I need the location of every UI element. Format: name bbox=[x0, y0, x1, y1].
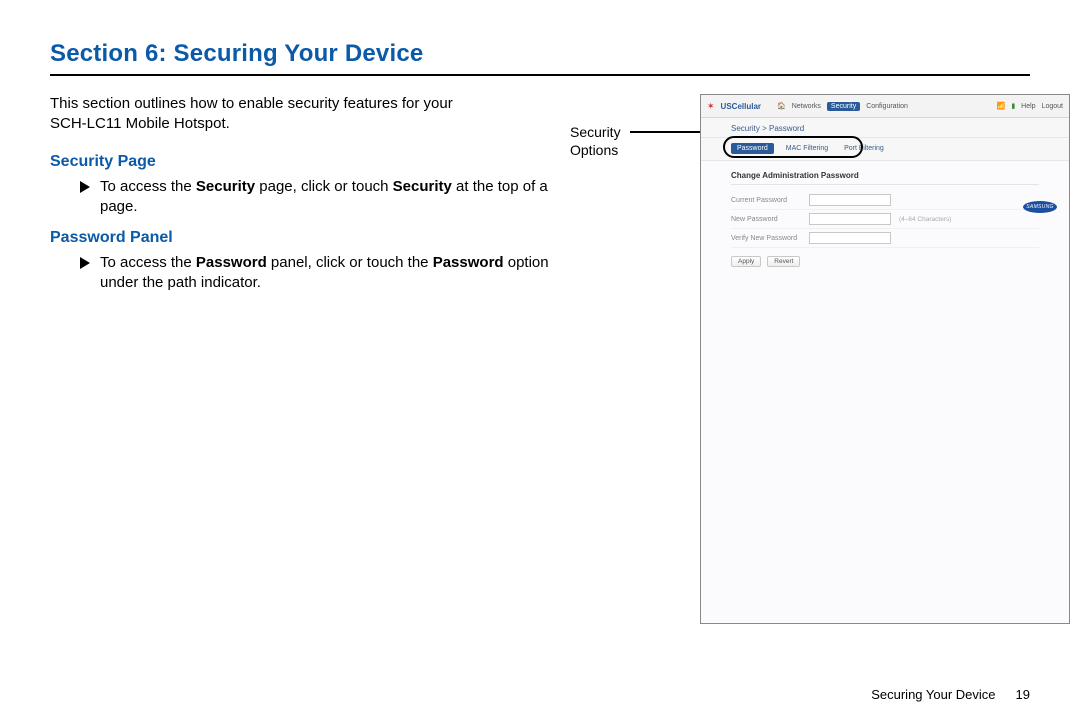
nav-security-active[interactable]: Security bbox=[827, 102, 860, 111]
field-current-password: Current Password bbox=[731, 191, 1039, 210]
bullet-text-security: To access the Security page, click or to… bbox=[100, 177, 570, 218]
text-fragment: To access the bbox=[100, 178, 196, 195]
text-fragment: page, click or touch bbox=[255, 178, 393, 195]
password-panel: Change Administration Password Current P… bbox=[701, 161, 1069, 623]
screenshot-frame: ✶ USCellular 🏠 Networks Security Configu… bbox=[700, 94, 1070, 624]
battery-icon: ▮ bbox=[1011, 102, 1015, 110]
bullet-text-password: To access the Password panel, click or t… bbox=[100, 253, 570, 294]
tab-mac-filtering[interactable]: MAC Filtering bbox=[782, 143, 832, 154]
hint-new-password: (4–64 Characters) bbox=[899, 216, 951, 223]
samsung-logo-text: SAMSUNG bbox=[1026, 204, 1053, 210]
intro-paragraph: This section outlines how to enable secu… bbox=[50, 94, 570, 135]
page-footer: Securing Your Device 19 bbox=[871, 687, 1030, 702]
field-verify-password: Verify New Password bbox=[731, 229, 1039, 248]
input-verify-password[interactable] bbox=[809, 232, 891, 244]
input-current-password[interactable] bbox=[809, 194, 891, 206]
running-head: Securing Your Device bbox=[871, 687, 995, 702]
screenshot-topbar: ✶ USCellular 🏠 Networks Security Configu… bbox=[701, 95, 1069, 118]
section-title: Section 6: Securing Your Device bbox=[50, 40, 1030, 68]
subhead-password-panel: Password Panel bbox=[50, 229, 570, 247]
callout-label-line: Options bbox=[570, 142, 618, 158]
callout-label: Security Options bbox=[570, 124, 621, 159]
security-options-tabs: Password MAC Filtering Port Filtering bbox=[701, 138, 1069, 161]
subhead-security-page: Security Page bbox=[50, 153, 570, 171]
text-fragment: To access the bbox=[100, 254, 196, 271]
intro-line1: This section outlines how to enable secu… bbox=[50, 95, 453, 112]
callout-label-line: Security bbox=[570, 124, 621, 140]
text-bold: Password bbox=[433, 254, 504, 271]
revert-button[interactable]: Revert bbox=[767, 256, 800, 267]
breadcrumb: Security > Password bbox=[701, 118, 1069, 138]
triangle-bullet-icon bbox=[80, 256, 90, 274]
triangle-bullet-icon bbox=[80, 180, 90, 198]
bullet-security-page: To access the Security page, click or to… bbox=[50, 177, 570, 218]
section-rule bbox=[50, 74, 1030, 76]
callout-area: Security Options ✶ USCellular 🏠 Networks… bbox=[600, 94, 1030, 654]
apply-button[interactable]: Apply bbox=[731, 256, 761, 267]
left-column: This section outlines how to enable secu… bbox=[50, 94, 570, 654]
page-number: 19 bbox=[1016, 687, 1030, 702]
label-current-password: Current Password bbox=[731, 197, 801, 204]
text-bold: Security bbox=[196, 178, 255, 195]
panel-title: Change Administration Password bbox=[731, 171, 1039, 185]
label-new-password: New Password bbox=[731, 216, 801, 223]
tab-password[interactable]: Password bbox=[731, 143, 774, 154]
text-bold: Password bbox=[196, 254, 267, 271]
field-new-password: New Password (4–64 Characters) bbox=[731, 210, 1039, 229]
nav-configuration[interactable]: Configuration bbox=[866, 103, 908, 110]
text-bold: Security bbox=[393, 178, 452, 195]
input-new-password[interactable] bbox=[809, 213, 891, 225]
tab-port-filtering[interactable]: Port Filtering bbox=[840, 143, 888, 154]
brand-text: USCellular bbox=[721, 102, 761, 111]
samsung-logo: SAMSUNG bbox=[1023, 201, 1057, 213]
text-fragment: panel, click or touch the bbox=[267, 254, 433, 271]
intro-line2: SCH-LC11 Mobile Hotspot. bbox=[50, 115, 230, 132]
nav-networks[interactable]: Networks bbox=[792, 103, 821, 110]
bullet-password-panel: To access the Password panel, click or t… bbox=[50, 253, 570, 294]
home-icon[interactable]: 🏠 bbox=[777, 102, 786, 110]
brand-star-icon: ✶ bbox=[707, 101, 715, 112]
nav-logout[interactable]: Logout bbox=[1042, 103, 1063, 110]
nav-help[interactable]: Help bbox=[1021, 103, 1035, 110]
signal-icon: 📶 bbox=[997, 102, 1006, 110]
label-verify-password: Verify New Password bbox=[731, 235, 801, 242]
